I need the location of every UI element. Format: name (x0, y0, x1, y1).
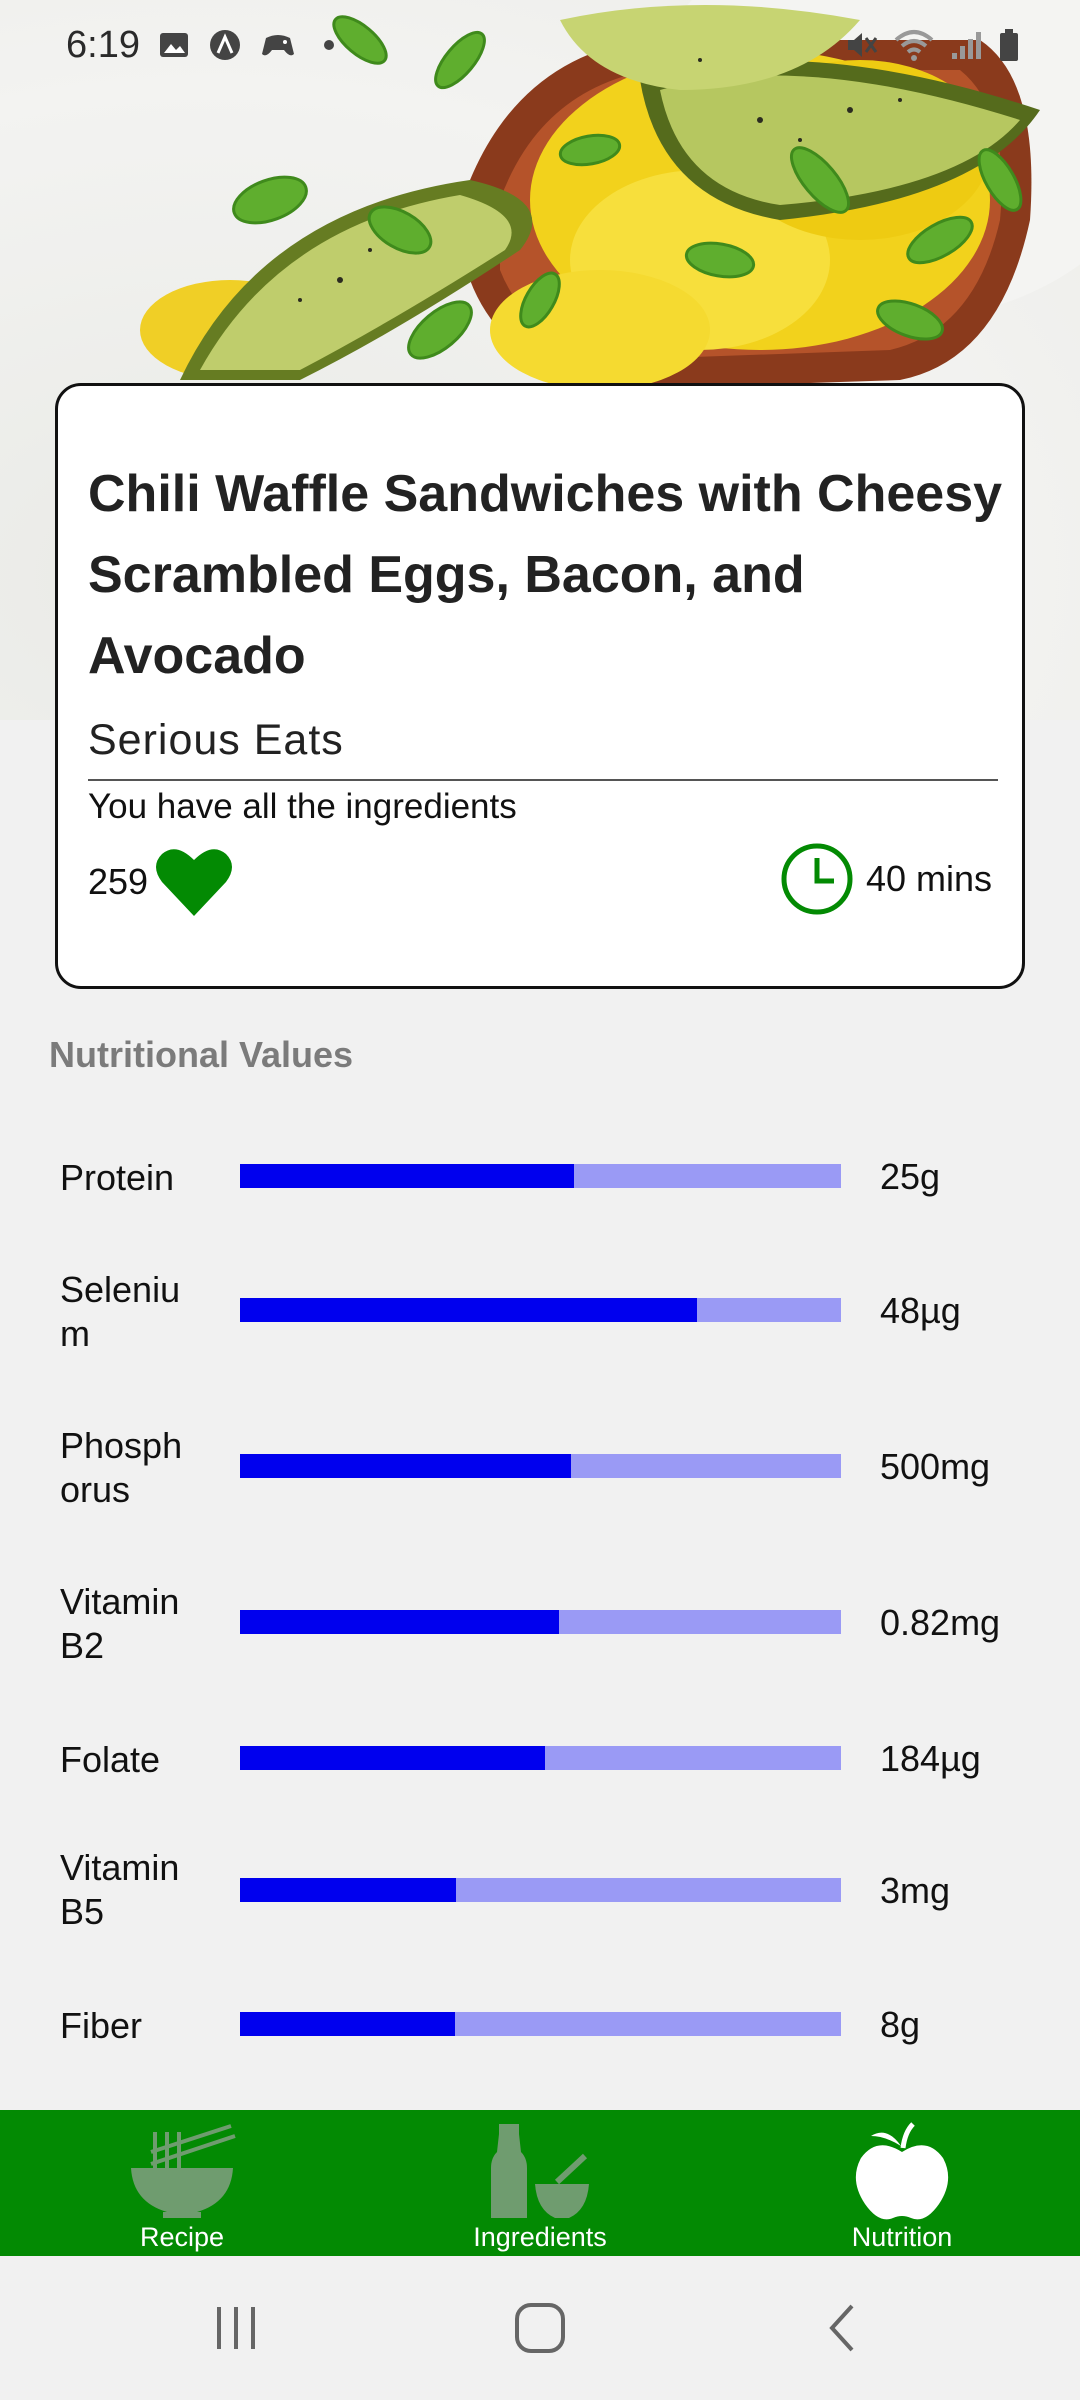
nutrient-bar-fill (240, 1878, 457, 1902)
battery-icon (1000, 29, 1018, 61)
nutrient-bar-fill (240, 1298, 697, 1322)
recipe-title: Chili Waffle Sandwiches with Cheesy Scra… (88, 465, 1003, 685)
gallery-icon (160, 33, 188, 57)
nutrient-bar-fill (240, 1610, 559, 1634)
game-controller-icon (262, 35, 294, 56)
nutrient-label: Seleniu m (60, 1269, 181, 1354)
bottom-nav: Recipe Ingredients Nutrition (0, 2110, 1080, 2256)
recents-icon (217, 2307, 255, 2349)
nav-label-recipe: Recipe (139, 2222, 225, 2252)
status-bar: 6:19 (0, 0, 1080, 96)
status-time: 6:19 (66, 24, 140, 66)
likes: 259 (88, 846, 234, 918)
nutrient-label: Vitamin B2 (60, 1581, 180, 1666)
nutrient-label: Protein (60, 1157, 175, 1198)
nutrient-bar-fill (240, 2012, 455, 2036)
back-button[interactable] (782, 2256, 902, 2400)
nav-tab-nutrition[interactable]: Nutrition (782, 2110, 1022, 2256)
nutrient-bar (240, 1610, 841, 1634)
nutrient-label: Vitamin B5 (60, 1847, 180, 1932)
nutrient-bar (240, 1746, 841, 1770)
nutrient-bar (240, 1454, 841, 1478)
recipe-source[interactable]: Serious Eats (88, 716, 344, 765)
noodle-bowl-icon (131, 2124, 236, 2218)
nutrient-value: 3mg (880, 1870, 951, 1911)
nav-tab-recipe[interactable]: Recipe (62, 2110, 302, 2256)
nutrient-bar (240, 1878, 841, 1902)
nutrient-label: Fiber (60, 2005, 143, 2046)
cook-time-value: 40 mins (865, 858, 992, 899)
nutrition-heading: Nutritional Values (49, 1034, 354, 1075)
nutrient-value: 184µg (880, 1738, 981, 1779)
system-nav-bar (0, 2256, 1080, 2400)
nutrient-value: 25g (880, 1156, 941, 1197)
bottle-mortar-icon (491, 2124, 589, 2218)
nutrient-bar (240, 1164, 841, 1188)
nutrient-value: 48µg (880, 1290, 961, 1331)
recipe-card: Chili Waffle Sandwiches with Cheesy Scra… (55, 383, 1025, 989)
home-button[interactable] (480, 2256, 600, 2400)
nav-label-ingredients: Ingredients (473, 2222, 607, 2252)
ingredients-note: You have all the ingredients (88, 787, 517, 826)
nutrient-value: 8g (880, 2004, 921, 2045)
likes-count: 259 (88, 861, 149, 902)
clock-icon (781, 843, 853, 915)
nutrient-label: Phosph orus (60, 1425, 183, 1510)
dot-icon (324, 40, 334, 50)
home-icon (515, 2303, 565, 2353)
cook-time: 40 mins (780, 842, 992, 916)
back-icon (829, 2304, 854, 2352)
nutrient-value: 0.82mg (880, 1602, 1001, 1643)
recents-button[interactable] (176, 2256, 296, 2400)
nav-label-nutrition: Nutrition (851, 2222, 953, 2252)
nutrient-bar-fill (240, 1746, 546, 1770)
apple-icon (855, 2122, 949, 2220)
nav-tab-ingredients[interactable]: Ingredients (420, 2110, 660, 2256)
nutrient-bar (240, 1298, 841, 1322)
nutrient-bar-fill (240, 1164, 574, 1188)
nutrient-value: 500mg (880, 1446, 991, 1487)
heart-icon[interactable] (154, 846, 234, 918)
nutrient-bar-fill (240, 1454, 571, 1478)
nutrient-bar (240, 2012, 841, 2036)
wifi-icon (894, 30, 934, 61)
mute-icon (848, 33, 878, 57)
a-icon (210, 30, 240, 60)
card-divider (88, 779, 998, 781)
nutrient-label: Folate (60, 1739, 161, 1780)
signal-icon (952, 32, 981, 59)
